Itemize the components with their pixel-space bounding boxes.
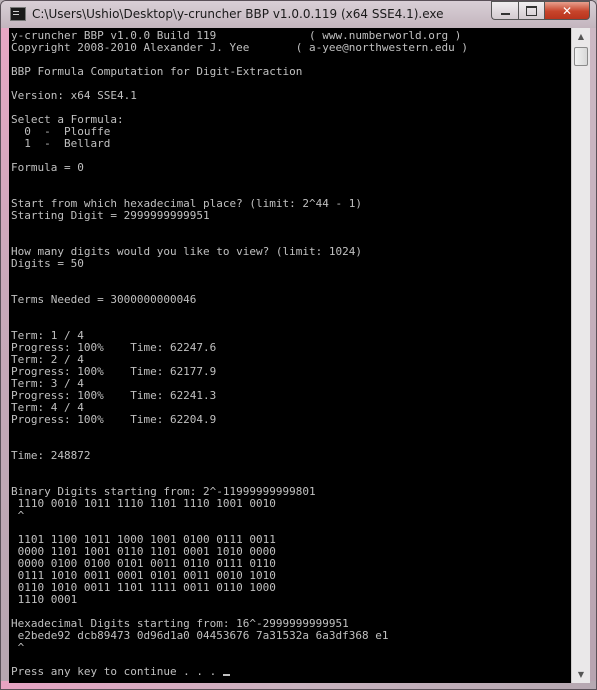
console-line: ^ <box>11 509 25 522</box>
window-title: C:\Users\Ushio\Desktop\y-cruncher BBP v1… <box>32 7 444 21</box>
window-frame-left <box>1 28 9 689</box>
close-button[interactable]: ✕ <box>544 1 590 20</box>
maximize-icon <box>526 5 537 16</box>
console-line: Time: 248872 <box>11 449 91 462</box>
console-output[interactable]: y-cruncher BBP v1.0.0 Build 119 ( www.nu… <box>9 28 571 683</box>
console-line: BBP Formula Computation for Digit-Extrac… <box>11 65 303 78</box>
text-cursor <box>222 674 230 676</box>
console-line: e2bede92 dcb89473 0d96d1a0 04453676 7a31… <box>11 629 389 642</box>
caption-buttons: ✕ <box>491 1 590 21</box>
console-text: y-cruncher BBP v1.0.0 Build 119 ( www.nu… <box>9 28 571 678</box>
console-line: 1 - Bellard <box>11 137 111 150</box>
console-line: Starting Digit = 2999999999951 <box>11 209 210 222</box>
console-line: Copyright 2008-2010 Alexander J. Yee ( a… <box>11 41 468 54</box>
console-window: C:\Users\Ushio\Desktop\y-cruncher BBP v1… <box>0 0 597 690</box>
scroll-up-icon: ▲ <box>577 32 585 41</box>
console-line: Terms Needed = 3000000000046 <box>11 293 197 306</box>
minimize-icon <box>500 13 510 15</box>
scrollbar-thumb[interactable] <box>574 47 588 66</box>
console-line: Press any key to continue . . . <box>11 665 223 678</box>
scroll-down-icon: ▼ <box>577 670 585 679</box>
console-line: 1110 0010 1011 1110 1101 1110 1001 0010 <box>11 497 276 510</box>
scroll-up-button[interactable]: ▲ <box>573 28 589 45</box>
vertical-scrollbar[interactable]: ▲ ▼ <box>571 28 590 683</box>
title-bar[interactable]: C:\Users\Ushio\Desktop\y-cruncher BBP v1… <box>1 1 596 28</box>
close-icon: ✕ <box>561 3 573 18</box>
console-line: 1110 0001 <box>11 593 78 606</box>
console-line: Digits = 50 <box>11 257 84 270</box>
console-line: Formula = 0 <box>11 161 84 174</box>
maximize-button[interactable] <box>518 1 544 20</box>
minimize-button[interactable] <box>491 1 518 20</box>
console-line: ^ <box>11 641 25 654</box>
console-app-icon[interactable] <box>10 7 26 21</box>
console-line: Version: x64 SSE4.1 <box>11 89 137 102</box>
scroll-down-button[interactable]: ▼ <box>573 666 589 683</box>
console-line: Progress: 100% Time: 62204.9 <box>11 413 217 426</box>
